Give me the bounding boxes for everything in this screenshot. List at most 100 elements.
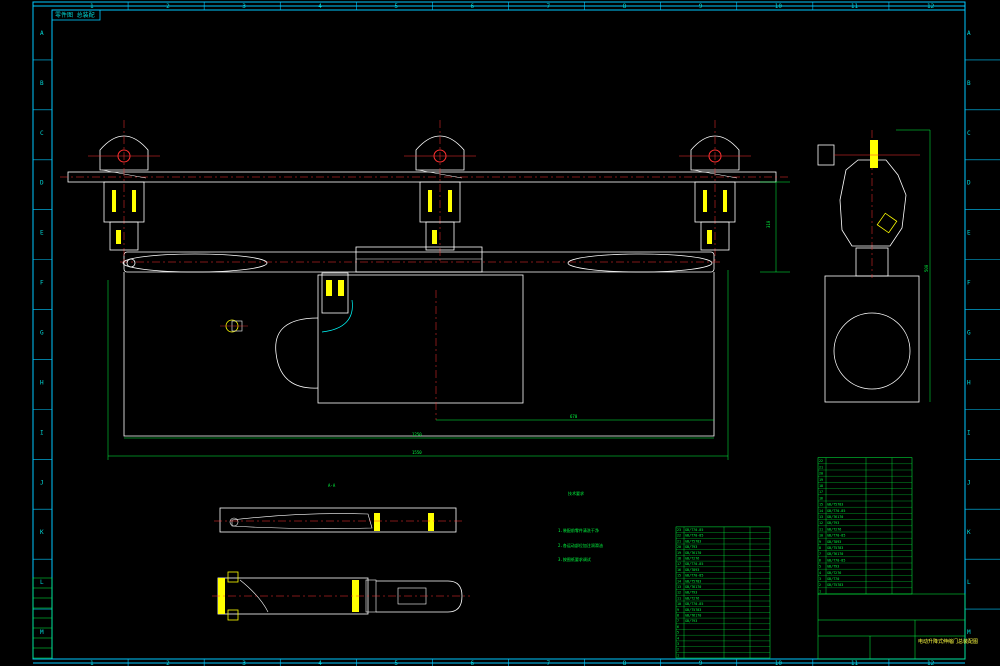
bom-cell: 15 [677,574,681,578]
cad-drawing-sheet: 1 2 3 4 5 6 7 8 9 10 11 12 1 2 3 4 5 6 7 8 9 10 11 12 AABBCCDD… [0,0,1000,666]
zone-side-left-F: F [40,280,44,287]
side-bushing [870,140,878,168]
zone-bottom-2: 2 [166,660,170,666]
bom-cell: 16 [819,496,823,500]
bom-cell: 3 [677,642,679,646]
bom-cell: GB/T93 [827,521,839,525]
bom-cell: 8 [677,614,679,618]
bom-table-right: 2221201918171615 GB/T578314 GB/T70-8513 GB/… [817,457,913,595]
roller-assembly-3 [679,120,751,262]
bom-table-left: 23 GB/T70-8522 GB/T70-8521 GB/T578320 GB/T93… [675,526,771,659]
title-block-name: 电动升降式伸缩门总装配图 [918,638,978,645]
bom-cell: 21 [677,539,681,543]
bom-cell: 14 [819,509,823,513]
zone-bottom-5: 5 [394,660,398,666]
bom-cell: GB/T276 [827,571,841,575]
bom-cell: GB/T93 [685,619,697,623]
zone-side-left-A: A [40,30,44,37]
zone-side-right-M: M [967,629,971,636]
bom-cell: 8 [819,546,821,550]
bom-cell: GB/T276 [685,596,699,600]
bom-cell: GB/T70-85 [685,534,703,538]
roller-bushing-right [132,190,136,212]
zone-side-left-B: B [40,80,44,87]
zone-bottom-12: 12 [927,660,935,666]
zone-side-right-K: K [967,529,971,536]
zone-side-right-L: L [967,579,971,586]
zone-top-3: 3 [242,3,246,10]
zone-side-left-E: E [40,230,44,237]
drawing-canvas: 1 2 3 4 5 6 7 8 9 10 11 12 1 2 3 4 5 6 7 8 9 10 11 12 AABBCCDD… [32,1,1000,666]
zone-side-right-J: J [967,479,971,486]
zone-bottom-4: 4 [318,660,322,666]
tech-req-1: 1.装配前零件清洗干净 [558,527,599,533]
zone-markers-side: A A B B C C D D E E F F G G H H I I J J K K L L M M [33,30,1000,636]
bom-cell: GB/T93 [685,545,697,549]
revision-column [32,577,53,659]
bom-cell: GB/T6170 [685,614,701,618]
tech-req-3: 3.按图纸要求调试 [558,556,591,562]
zone-side-left-K: K [40,529,44,536]
side-view [817,129,931,403]
zone-side-right-E: E [967,230,971,237]
zone-top-9: 9 [699,3,703,10]
zone-bottom-7: 7 [547,660,551,666]
zone-top-8: 8 [623,3,627,10]
bom-cell: 1 [677,653,679,657]
roller-lower-insert [707,230,712,244]
bom-cell: 11 [819,527,823,531]
dim-inner-width: 1250 [412,432,422,437]
motor-housing [317,274,524,404]
dim-half-width: 670 [570,414,578,419]
bom-cell: GB/T5783 [827,583,843,587]
motor-endcap [275,317,319,389]
detail-actuator-view [212,571,470,621]
zone-top-1: 1 [90,3,94,10]
left-arm [122,253,268,273]
roller-bushing-left [112,190,116,212]
zone-bottom-11: 11 [851,660,859,666]
zone-side-left-H: H [40,379,44,386]
roller-bushing-right [723,190,727,212]
zone-side-right-A: A [967,30,971,37]
zone-top-11: 11 [851,3,859,10]
bom-cell: 5 [677,631,679,635]
roller-bushing-left [703,190,707,212]
small-detail-part [220,319,248,333]
bom-cell: 6 [819,558,821,562]
zone-side-right-D: D [967,180,971,187]
left-pivot [126,258,136,268]
zone-side-right-C: C [967,130,971,137]
gear-box [321,272,349,314]
bom-cell: 7 [819,552,821,556]
bom-cell: 3 [819,577,821,581]
roller-assemblies [88,120,751,262]
bom-cell: GB/T5783 [685,579,701,583]
bom-cell: GB/T893 [827,540,841,544]
zone-top-7: 7 [547,3,551,10]
bom-cell: GB/T70-85 [685,574,703,578]
roller-lower-insert [116,230,121,244]
dim-side-height: 500 [924,264,929,272]
side-latch [876,212,898,234]
bom-cell: GB/T893 [685,568,699,572]
zone-bottom-3: 3 [242,660,246,666]
center-actuator [355,246,483,273]
roller-bushing-left [428,190,432,212]
zone-side-left-I: I [40,429,44,436]
bom-cell: 21 [819,465,823,469]
bom-cell: GB/T276 [827,527,841,531]
bom-cell: 18 [677,557,681,561]
bom-cell: 1 [819,589,821,593]
bom-cell: 19 [819,478,823,482]
zone-side-right-F: F [967,280,971,287]
gear-highlight-right [338,280,344,296]
zone-top-12: 12 [927,3,935,10]
zone-side-right-I: I [967,429,971,436]
bom-cell: 7 [677,619,679,623]
bom-cell: GB/T5783 [827,503,843,507]
zone-side-left-C: C [40,130,44,137]
roller-lower-insert [432,230,437,244]
bom-cell: 22 [819,459,823,463]
bom-cell: 18 [819,484,823,488]
